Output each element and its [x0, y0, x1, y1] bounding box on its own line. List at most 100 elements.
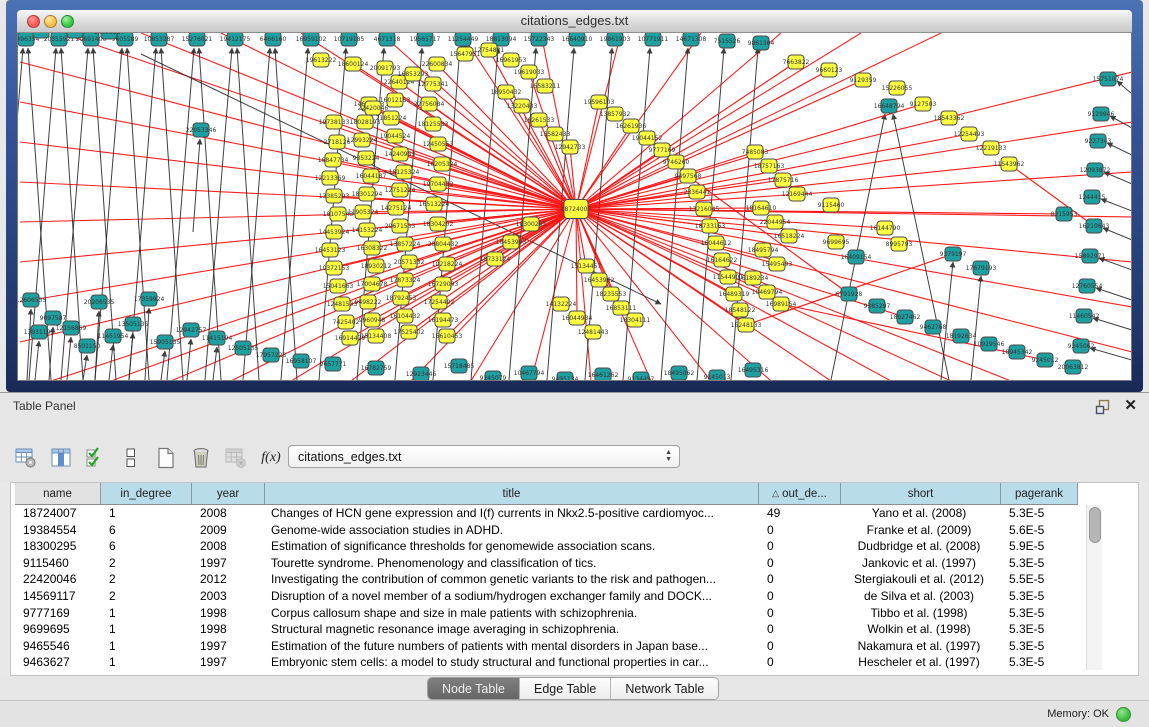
graph-node-label: 9115460 [818, 202, 845, 209]
table-cell: 18300295 [15, 538, 101, 555]
graph-node-label: 20571332 [394, 259, 425, 266]
table-cell: 1998 [192, 621, 265, 638]
table-cell: 1997 [192, 555, 265, 572]
graph-node-label: 15610453 [432, 333, 463, 340]
column-header-out_de[interactable]: △out_de... [759, 483, 841, 504]
network-window-titlebar[interactable]: citations_edges.txt [17, 10, 1132, 33]
graph-node-label: 9699695 [823, 239, 850, 246]
graph-node-label: 18495062 [664, 370, 695, 377]
table-row[interactable]: 2242004622012Investigating the contribut… [15, 571, 1078, 588]
table-row[interactable]: 977716911998Corpus callosum shape and si… [15, 605, 1078, 622]
table-vertical-scrollbar[interactable] [1086, 505, 1102, 670]
graph-node-label: 10653287 [94, 33, 125, 36]
graph-node-label: 9127503 [910, 101, 937, 108]
delete-column-button[interactable] [189, 446, 213, 470]
graph-node-label: 9245012 [1032, 357, 1059, 364]
table-cell: 5.3E-5 [1001, 505, 1078, 522]
citation-graph[interactable]: 1872400784963542035592120691406960558910… [18, 33, 1132, 380]
tab-network-table[interactable]: Network Table [611, 678, 718, 699]
graph-node-label: 9660123 [816, 67, 843, 74]
table-row[interactable]: 946362711997Embryonic stem cells: a mode… [15, 654, 1078, 671]
table-row[interactable]: 1872400712008Changes of HCN gene express… [15, 505, 1078, 522]
table-row[interactable]: 1456911722003Disruption of a novel membe… [15, 588, 1078, 605]
graph-node-label: 9861304 [748, 40, 775, 47]
graph-node-label: 12923446 [406, 371, 437, 378]
table-row[interactable]: 1938455462009Genome-wide association stu… [15, 522, 1078, 539]
table-row[interactable]: 946554611997Estimation of the future num… [15, 638, 1078, 655]
column-header-title[interactable]: title [265, 483, 759, 504]
network-canvas[interactable]: 1872400784963542035592120691406960558910… [17, 33, 1132, 381]
graph-node-label: 8995793 [886, 241, 913, 248]
graph-node-label: 19044152 [632, 135, 663, 142]
column-header-short[interactable]: short [841, 483, 1001, 504]
graph-node-label: 7425402 [333, 319, 360, 326]
column-header-pagerank[interactable]: pagerank [1001, 483, 1078, 504]
table-row[interactable]: 1830029562008Estimation of significance … [15, 538, 1078, 555]
scrollbar-thumb[interactable] [1089, 507, 1101, 543]
graph-node-label: 6466160 [260, 36, 287, 43]
graph-node-label: 18945342 [1002, 349, 1033, 356]
table-row[interactable]: 969969511998Structural magnetic resonanc… [15, 621, 1078, 638]
graph-node-label: 16044187 [356, 173, 387, 180]
table-cell: 9777169 [15, 605, 101, 622]
graph-node-label: 9462768 [920, 324, 947, 331]
create-column-button[interactable] [154, 446, 178, 470]
graph-node-label: 14275124 [381, 205, 412, 212]
table-cell: 49 [759, 505, 841, 522]
column-header-year[interactable]: year [192, 483, 265, 504]
delete-table-button[interactable] [224, 446, 248, 470]
graph-node-label: 13857224 [390, 241, 421, 248]
graph-node-label: 16210643 [1079, 223, 1110, 230]
graph-node-label: 16847734 [318, 157, 349, 164]
function-builder-button[interactable]: f(x) [259, 446, 283, 470]
row-height-button[interactable] [119, 446, 143, 470]
table-cell: 0 [759, 605, 841, 622]
table-mode-button[interactable] [14, 446, 38, 470]
graph-node-label: 17359924 [134, 296, 165, 303]
graph-node-label: 18301294 [352, 191, 383, 198]
table-cell: 0 [759, 654, 841, 671]
graph-node-label: 12254493 [954, 131, 985, 138]
table-cell: 5.3E-5 [1001, 638, 1078, 655]
table-cell: Corpus callosum shape and size in male p… [265, 605, 759, 622]
table-toolbar: f(x) citations_edges.txt ▲▼ [0, 420, 1149, 482]
graph-node-label: 18192634 [946, 333, 977, 340]
graph-node-label: 15582433 [540, 131, 571, 138]
table-cell: Disruption of a novel member of a sodium… [265, 588, 759, 605]
tab-node-table[interactable]: Node Table [428, 678, 520, 699]
close-panel-icon[interactable]: ✕ [1124, 397, 1137, 415]
table-cell: Estimation of significance thresholds fo… [265, 538, 759, 555]
application-window: citations_edges.txt 18724007849635420355… [0, 0, 1149, 727]
column-header-name[interactable]: name [15, 483, 101, 504]
graph-node-label: 13385293 [319, 193, 350, 200]
table-body: 1872400712008Changes of HCN gene express… [15, 505, 1078, 671]
column-header-in_degree[interactable]: in_degree [101, 483, 192, 504]
graph-node-label: 19044524 [380, 133, 411, 140]
graph-node-label: 15134408 [361, 333, 392, 340]
table-cell: 0 [759, 538, 841, 555]
graph-node-label: 15248133 [731, 322, 762, 329]
graph-node-label: 22044954 [760, 219, 791, 226]
table-cell: 2008 [192, 538, 265, 555]
graph-node-label: 10853287 [144, 36, 175, 43]
table-selector-value: citations_edges.txt [298, 450, 402, 464]
select-columns-button[interactable] [84, 446, 108, 470]
float-panel-icon[interactable] [1095, 399, 1111, 415]
tab-edge-table[interactable]: Edge Table [520, 678, 611, 699]
graph-node-label: 19738133 [319, 119, 350, 126]
table-selector-dropdown[interactable]: citations_edges.txt ▲▼ [288, 445, 680, 468]
table-cell: 0 [759, 588, 841, 605]
graph-node-label: 14240953 [385, 151, 416, 158]
network-window-title: citations_edges.txt [17, 13, 1132, 28]
table-cell: 1998 [192, 605, 265, 622]
graph-node-label: 9960948 [359, 317, 386, 324]
column-display-button[interactable] [49, 446, 73, 470]
graph-node-label: 9097587 [40, 315, 67, 322]
graph-node-label: 6791928 [836, 291, 863, 298]
graph-node-label: 9498222 [355, 299, 382, 306]
graph-node-label: 16961953 [496, 57, 527, 64]
table-cell: de Silva et al. (2003) [841, 588, 1001, 605]
graph-node-label: 7485083 [742, 149, 769, 156]
table-row[interactable]: 911546021997Tourette syndrome. Phenomeno… [15, 555, 1078, 572]
network-view-window[interactable]: citations_edges.txt 18724007849635420355… [6, 0, 1143, 392]
